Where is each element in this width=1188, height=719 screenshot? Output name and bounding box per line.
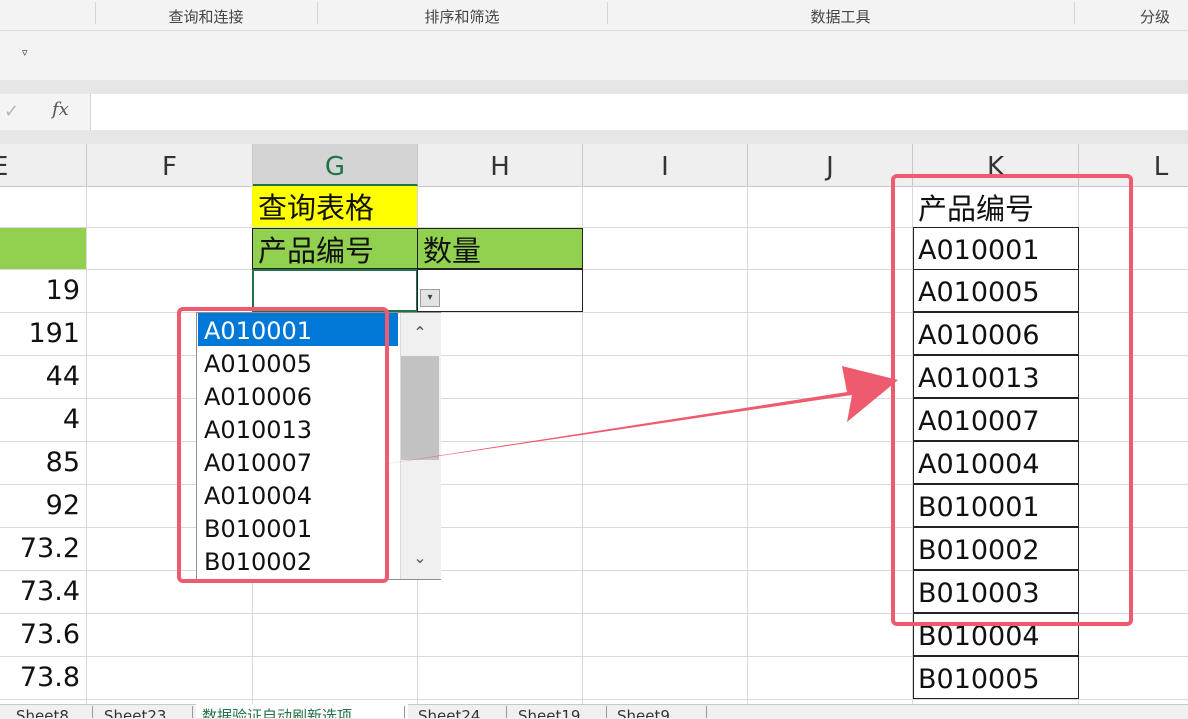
sheet-tab[interactable]: Sheet19 — [518, 704, 602, 718]
arrow-icon — [372, 366, 898, 466]
sheet-tab[interactable]: Sheet23 — [104, 704, 188, 718]
tab-separator — [506, 706, 507, 718]
arrow-overlay — [372, 366, 898, 466]
sheet-tab[interactable]: Sheet9 — [617, 704, 689, 718]
tab-separator — [706, 706, 707, 718]
tab-separator — [92, 706, 93, 718]
sheet-tab[interactable]: Sheet24 — [418, 704, 502, 718]
sheet-tab[interactable]: Sheet8 — [16, 704, 88, 718]
sheet-tab-active[interactable]: 数据验证自动刷新选项 — [196, 704, 408, 718]
tab-separator — [192, 706, 193, 718]
tab-separator — [404, 706, 405, 718]
tab-separator — [606, 706, 607, 718]
